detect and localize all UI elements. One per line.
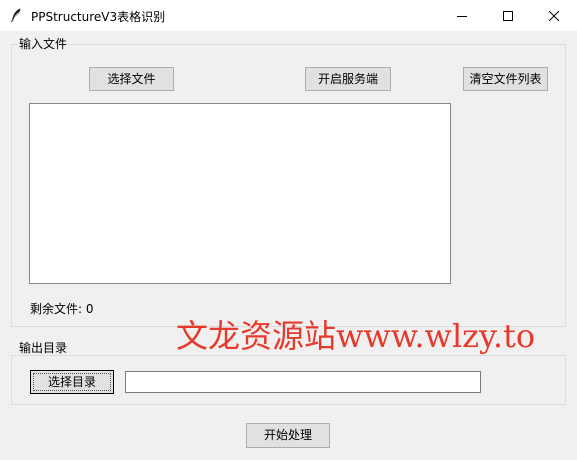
clear-file-list-button[interactable]: 清空文件列表 [463, 67, 548, 91]
maximize-icon [503, 10, 513, 21]
window-title: PPStructureV3表格识别 [31, 10, 166, 24]
close-button[interactable] [531, 0, 577, 31]
start-service-button[interactable]: 开启服务端 [305, 67, 391, 91]
minimize-icon [457, 15, 467, 17]
title-bar: PPStructureV3表格识别 [0, 0, 577, 31]
focus-ring [33, 373, 111, 391]
remaining-files-label: 剩余文件: 0 [30, 302, 94, 316]
start-process-button[interactable]: 开始处理 [246, 423, 330, 448]
file-listbox[interactable] [29, 103, 451, 284]
watermark-text: 文龙资源站www.wlzy.to [176, 317, 536, 355]
maximize-button[interactable] [485, 0, 531, 31]
output-group-label: 输出目录 [17, 341, 70, 355]
output-dir-input[interactable] [125, 371, 481, 393]
select-file-button[interactable]: 选择文件 [89, 67, 174, 91]
input-group-label: 输入文件 [17, 37, 70, 51]
select-dir-button[interactable]: 选择目录 [30, 370, 114, 394]
close-icon [549, 10, 559, 21]
feather-icon [10, 8, 22, 23]
minimize-button[interactable] [439, 0, 485, 31]
